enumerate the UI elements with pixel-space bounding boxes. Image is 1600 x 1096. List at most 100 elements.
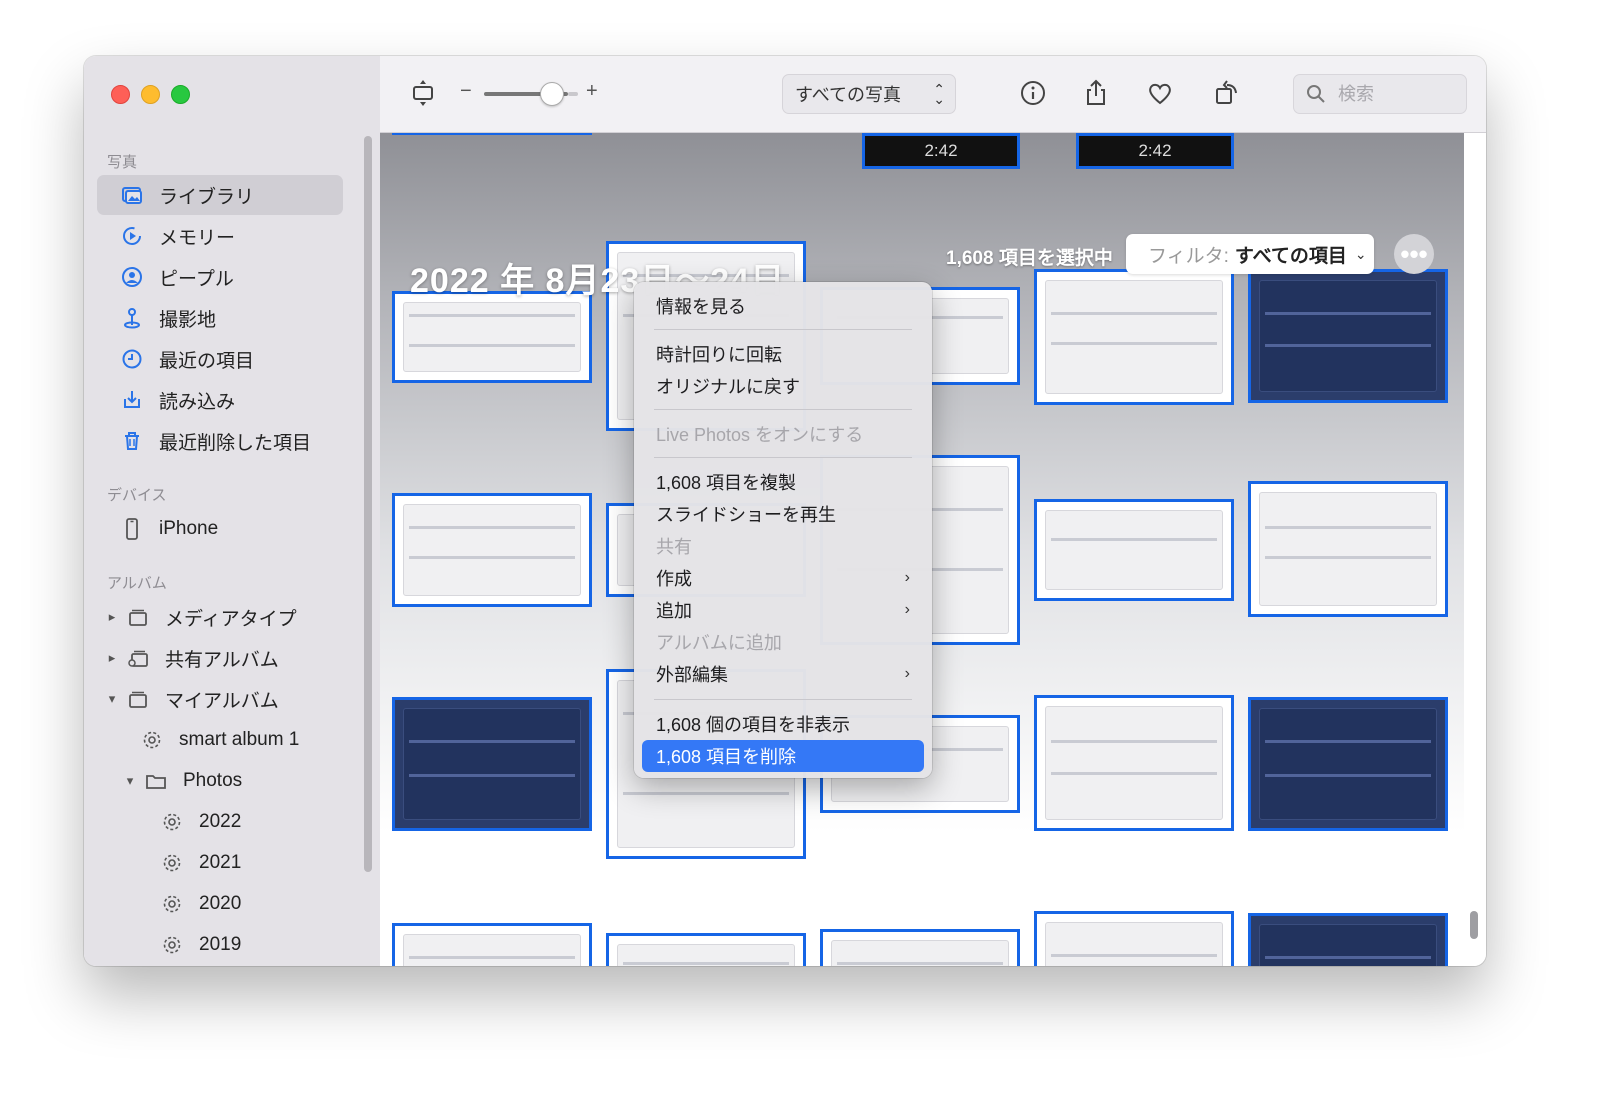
chevron-right-icon[interactable]: ▸ [105,609,119,625]
sidebar-item-places[interactable]: 撮影地 [97,298,343,338]
sidebar-item-recents[interactable]: 最近の項目 [97,339,343,379]
minimize-window-button[interactable] [141,85,160,104]
grid-scrollbar[interactable] [1470,911,1478,939]
smart-album-gear-icon [159,809,185,835]
toolbar: − + すべての写真 ⌃ ⌄ [380,56,1486,133]
clock-icon [119,346,145,372]
photo-thumbnail[interactable] [392,133,592,135]
photo-thumbnail[interactable] [1248,481,1448,617]
photo-grid: 2:42 2:42 2022 年 8月23日〜24日 1,608 項目を選択中 … [380,133,1486,966]
menu-item-play-slideshow[interactable]: スライドショーを再生 [642,498,924,530]
sidebar-item-label: 2019 [199,934,242,955]
chevron-right-icon[interactable]: ▸ [105,650,119,666]
sidebar-item-label: 共有アルバム [165,649,279,671]
filter-label: フィルタ: [1148,245,1229,267]
menu-item-revert-to-original[interactable]: オリジナルに戻す [642,370,924,402]
photo-thumbnail[interactable] [820,929,1020,966]
photo-thumbnail[interactable] [392,291,592,383]
sidebar-item-label: iPhone [159,518,219,539]
folder-icon [143,768,169,794]
aspect-toggle-icon[interactable] [406,76,440,110]
sidebar-item-shared-albums[interactable]: ▸ 共有アルバム [97,638,343,678]
photo-thumbnail[interactable] [1034,269,1234,405]
menu-item-duplicate[interactable]: 1,608 項目を複製 [642,466,924,498]
photo-thumbnail[interactable] [1034,911,1234,966]
zoom-in-button[interactable]: + [586,80,598,103]
menu-item-get-info[interactable]: 情報を見る [642,290,924,322]
sidebar-item-imports[interactable]: 読み込み [97,380,343,420]
sidebar-item-label: メディアタイプ [165,608,297,630]
shared-album-icon [125,645,151,671]
zoom-out-button[interactable]: − [460,80,472,103]
menu-separator [654,329,912,330]
photo-thumbnail[interactable] [1034,695,1234,831]
share-icon[interactable] [1079,76,1113,110]
photo-thumbnail[interactable] [606,933,806,966]
folder-stack-icon [125,686,151,712]
sidebar-item-photos-folder[interactable]: ▾ Photos [97,761,343,801]
zoom-window-button[interactable] [171,85,190,104]
photo-thumbnail[interactable] [1248,269,1448,403]
menu-item-add-to-album: アルバムに追加 [656,633,782,653]
sidebar-scrollbar[interactable] [364,136,372,872]
chevron-down-icon[interactable]: ▾ [123,773,137,789]
import-icon [119,387,145,413]
sidebar-item-smart-album-1[interactable]: smart album 1 [97,720,343,760]
smart-album-gear-icon [159,850,185,876]
sidebar-item-label: 読み込み [159,391,236,413]
sidebar-item-2021[interactable]: 2021 [97,843,343,883]
close-window-button[interactable] [111,85,130,104]
info-icon[interactable] [1016,76,1050,110]
photo-thumbnail[interactable] [1034,499,1234,601]
more-options-button[interactable]: ••• [1394,234,1434,274]
menu-item-share: 共有 [656,537,692,557]
rotate-icon[interactable] [1210,76,1244,110]
sidebar-item-label: マイアルバム [165,690,279,712]
view-popup-button[interactable]: すべての写真 ⌃ ⌄ [782,74,956,114]
photo-thumbnail[interactable] [392,697,592,831]
sidebar-item-people[interactable]: ピープル [97,257,343,297]
sidebar-item-2022[interactable]: 2022 [97,802,343,842]
ellipsis-icon: ••• [1400,239,1428,269]
section-title-albums: アルバム [107,575,167,592]
search-field[interactable] [1293,74,1467,114]
sidebar-item-my-albums[interactable]: ▾ マイアルバム [97,679,343,719]
sidebar-item-iphone[interactable]: iPhone [97,509,343,549]
trash-icon [119,428,145,454]
menu-item-live-photos-on: Live Photos をオンにする [656,425,864,445]
photo-thumbnail[interactable] [392,923,592,966]
zoom-slider-knob[interactable] [540,82,564,106]
menu-item-create[interactable]: 作成 › [642,562,924,594]
search-input[interactable] [1336,82,1450,106]
sidebar-item-label: 最近削除した項目 [159,432,312,454]
sidebar-item-library[interactable]: ライブラリ [97,175,343,215]
sidebar-item-2019[interactable]: 2019 [97,925,343,965]
section-title-devices: デバイス [107,487,167,504]
menu-item-hide-items[interactable]: 1,608 個の項目を非表示 [642,708,924,740]
sidebar-item-memories[interactable]: メモリー [97,216,343,256]
menu-item-add[interactable]: 追加 › [642,594,924,626]
view-popup-label: すべての写真 [795,85,902,105]
video-duration-badge: 2:42 [862,133,1020,169]
search-icon [1306,84,1326,104]
section-title-photos: 写真 [107,154,138,171]
sidebar: 写真 ライブラリ メモリー ピープル 撮影地 最近の項目 読み込み 最近削除した… [84,56,381,966]
chevron-down-icon[interactable]: ▾ [105,691,119,707]
zoom-slider-rest [568,92,578,96]
photo-thumbnail[interactable] [1248,697,1448,831]
menu-item-delete-items[interactable]: 1,608 項目を削除 [642,740,924,772]
filter-dropdown[interactable]: フィルタ: すべての項目 ⌄ [1126,234,1374,274]
sidebar-item-media-types[interactable]: ▸ メディアタイプ [97,597,343,637]
sidebar-item-label: ピープル [159,268,234,290]
sidebar-item-label: メモリー [159,227,236,249]
heart-icon[interactable] [1143,76,1177,110]
photo-thumbnail[interactable] [392,493,592,607]
menu-separator [654,457,912,458]
sidebar-item-label: 2021 [199,852,242,873]
chevron-down-icon: ⌄ [1354,245,1367,262]
menu-item-rotate-clockwise[interactable]: 時計回りに回転 [642,338,924,370]
menu-item-external-edit[interactable]: 外部編集 › [642,658,924,690]
photo-thumbnail[interactable] [1248,913,1448,966]
sidebar-item-2020[interactable]: 2020 [97,884,343,924]
sidebar-item-recently-deleted[interactable]: 最近削除した項目 [97,421,343,461]
